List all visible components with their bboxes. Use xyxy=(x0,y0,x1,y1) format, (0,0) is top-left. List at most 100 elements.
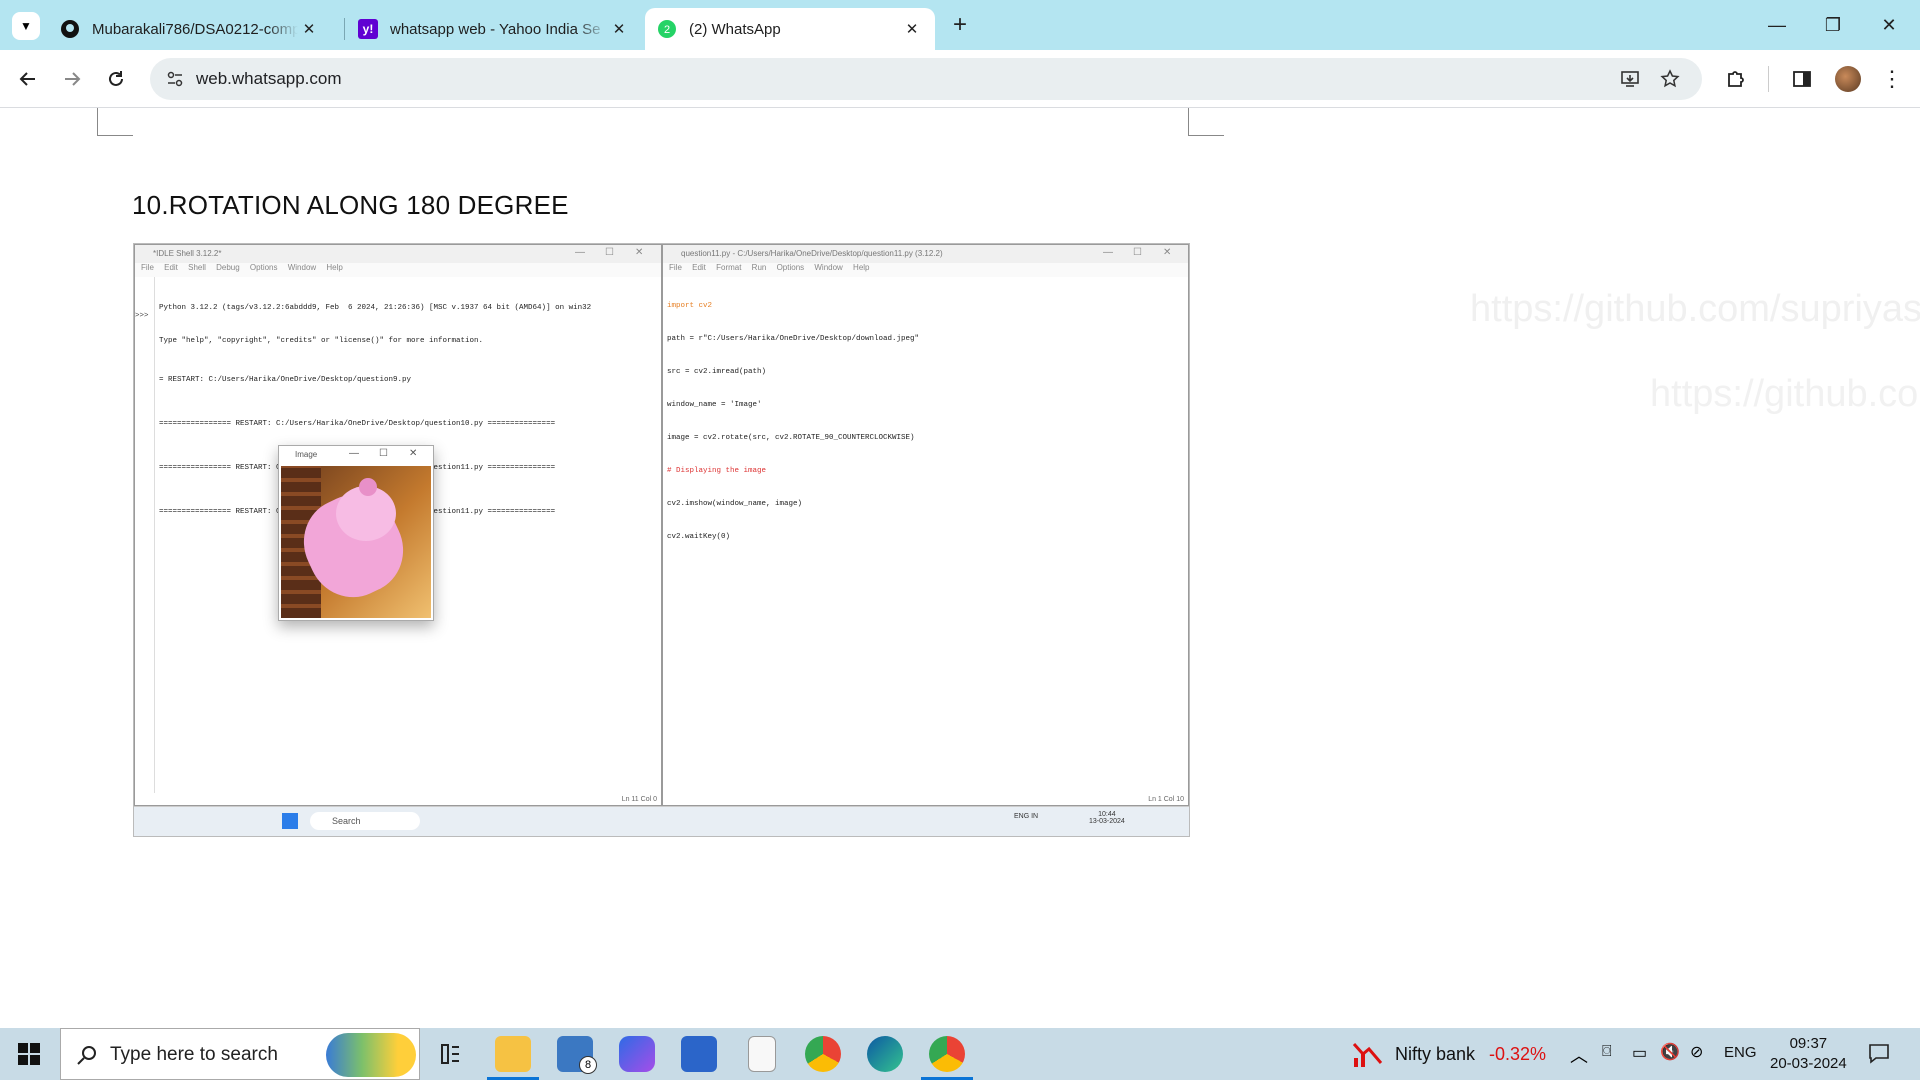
notification-icon xyxy=(1869,1044,1889,1064)
meet-icon[interactable]: ⌼ xyxy=(1602,1043,1612,1061)
clock[interactable]: 09:37 20-03-2024 xyxy=(1770,1034,1847,1074)
back-button[interactable] xyxy=(12,63,44,95)
shell-line: ================ RESTART: C:/Users/Harik… xyxy=(159,420,556,428)
close-icon[interactable]: ✕ xyxy=(608,20,630,38)
new-tab-button[interactable]: + xyxy=(946,12,974,40)
store-button[interactable] xyxy=(681,1036,717,1072)
mini-search: Search xyxy=(310,812,420,830)
code-line: path = r"C:/Users/Harika/OneDrive/Deskto… xyxy=(667,335,920,343)
image-window: Image — ☐ ✕ xyxy=(278,445,434,621)
forward-button[interactable] xyxy=(56,63,88,95)
minimize-icon: — xyxy=(1768,15,1786,35)
battery-icon[interactable]: ▭ xyxy=(1632,1043,1647,1063)
side-panel-button[interactable] xyxy=(1786,63,1818,95)
task-view-button[interactable] xyxy=(432,1036,468,1072)
teddy-bear-image xyxy=(281,466,431,618)
notepad-button[interactable] xyxy=(748,1036,776,1072)
extensions-button[interactable] xyxy=(1720,63,1752,95)
page-heading: 10.ROTATION ALONG 180 DEGREE xyxy=(132,190,569,220)
faded-link: https://github.com/supriyas xyxy=(1470,288,1920,330)
notification-button[interactable] xyxy=(1868,1042,1890,1069)
windows-logo-icon xyxy=(18,1043,40,1065)
chevron-up-icon[interactable]: ︿ xyxy=(1570,1042,1588,1068)
tab-whatsapp[interactable]: 2 (2) WhatsApp ✕ xyxy=(645,8,935,50)
copilot-button[interactable] xyxy=(619,1036,655,1072)
embedded-screenshot: *IDLE Shell 3.12.2* — ☐ ✕ File Edit Shell … xyxy=(133,243,1190,837)
chrome-button[interactable] xyxy=(805,1036,841,1072)
close-icon[interactable]: ✕ xyxy=(298,20,320,38)
window-title: *IDLE Shell 3.12.2* — ☐ ✕ xyxy=(135,245,661,263)
bookmark-star-icon[interactable] xyxy=(1660,69,1680,89)
file-explorer-button[interactable] xyxy=(495,1036,531,1072)
frame-corner xyxy=(97,108,133,136)
tab-github[interactable]: Mubarakali786/DSA0212-comp ✕ xyxy=(48,8,332,50)
editor-menu: File Edit Format Run Options Window Help xyxy=(663,263,1188,277)
shell-line: Type "help", "copyright", "credits" or "… xyxy=(159,337,484,345)
url-text: web.whatsapp.com xyxy=(196,69,342,88)
reload-button[interactable] xyxy=(100,63,132,95)
network-icon[interactable]: ⊘ xyxy=(1690,1042,1703,1062)
toolbar-divider xyxy=(1768,66,1769,92)
arrow-left-icon xyxy=(19,72,35,86)
minimize-button[interactable]: — xyxy=(1754,10,1800,40)
tab-search-button[interactable]: ▼ xyxy=(12,12,40,40)
shell-gutter: >>> xyxy=(135,277,155,793)
image-window-title: Image xyxy=(295,450,318,459)
mini-lang: ENG IN xyxy=(1014,813,1039,820)
mail-button[interactable]: 8 xyxy=(557,1036,597,1074)
shell-title: *IDLE Shell 3.12.2* xyxy=(153,249,222,258)
address-bar[interactable]: web.whatsapp.com xyxy=(150,58,1702,100)
windows-logo-icon xyxy=(282,813,298,829)
mini-clock: 10:44 13-03-2024 xyxy=(1089,811,1125,825)
search-placeholder: Type here to search xyxy=(110,1044,278,1065)
frame-corner xyxy=(1188,108,1224,136)
close-icon[interactable]: ✕ xyxy=(901,20,923,38)
chevron-down-icon: ▼ xyxy=(20,19,32,33)
volume-muted-icon[interactable]: 🔇 xyxy=(1660,1042,1680,1062)
editor-status: Ln 1 Col 10 xyxy=(1148,796,1184,803)
profile-button[interactable] xyxy=(1832,63,1864,95)
avatar xyxy=(1835,66,1861,92)
start-button[interactable] xyxy=(18,1043,40,1070)
svg-text:2: 2 xyxy=(664,24,670,36)
shell-line: = RESTART: C:/Users/Harika/OneDrive/Desk… xyxy=(159,376,412,384)
idle-shell-window: *IDLE Shell 3.12.2* — ☐ ✕ File Edit Shell … xyxy=(134,244,662,806)
code-line: import cv2 xyxy=(667,302,713,310)
tab-title: whatsapp web - Yahoo India Se xyxy=(390,20,601,38)
window-title: question11.py - C:/Users/Harika/OneDrive… xyxy=(663,245,1188,263)
code-line: image = cv2.rotate(src, cv2.ROTATE_90_CO… xyxy=(667,434,915,442)
yahoo-icon: y! xyxy=(358,19,378,39)
arrow-right-icon xyxy=(65,72,81,86)
edge-button[interactable] xyxy=(867,1036,903,1072)
code-line: window_name = 'Image' xyxy=(667,401,762,409)
install-app-icon[interactable] xyxy=(1620,69,1640,89)
editor-title: question11.py - C:/Users/Harika/OneDrive… xyxy=(681,249,943,258)
taskbar-search[interactable]: Type here to search xyxy=(60,1028,420,1080)
github-icon xyxy=(61,20,79,38)
faded-link: https://github.co xyxy=(1650,373,1919,415)
plus-icon: + xyxy=(952,11,967,38)
code-line: # Displaying the image xyxy=(667,467,767,475)
idle-editor-window: question11.py - C:/Users/Harika/OneDrive… xyxy=(662,244,1189,806)
restore-icon: ❐ xyxy=(1824,15,1842,35)
search-highlight-image xyxy=(326,1033,416,1077)
tab-yahoo[interactable]: y! whatsapp web - Yahoo India Se ✕ xyxy=(346,8,642,50)
chrome-profile-button[interactable] xyxy=(929,1036,965,1072)
shell-status: Ln 11 Col 0 xyxy=(621,796,657,803)
language-indicator[interactable]: ENG xyxy=(1724,1044,1757,1061)
tab-divider xyxy=(344,18,345,40)
site-info-icon[interactable] xyxy=(166,70,184,88)
stock-widget[interactable] xyxy=(1352,1040,1384,1073)
task-view-icon xyxy=(441,1044,459,1064)
restore-button[interactable]: ❐ xyxy=(1810,10,1856,40)
stock-down-icon xyxy=(1352,1042,1383,1067)
close-window-button[interactable]: ✕ xyxy=(1866,10,1912,40)
reload-icon xyxy=(109,71,123,86)
search-icon xyxy=(77,1046,96,1065)
more-vertical-icon: ⋮ xyxy=(1881,66,1903,91)
menu-button[interactable]: ⋮ xyxy=(1876,63,1908,95)
editor-code: import cv2 path = r"C:/Users/Harika/OneD… xyxy=(667,279,919,565)
clock-date: 20-03-2024 xyxy=(1770,1055,1847,1072)
stock-change: -0.32% xyxy=(1489,1044,1547,1064)
code-line: cv2.waitKey(0) xyxy=(667,533,731,541)
